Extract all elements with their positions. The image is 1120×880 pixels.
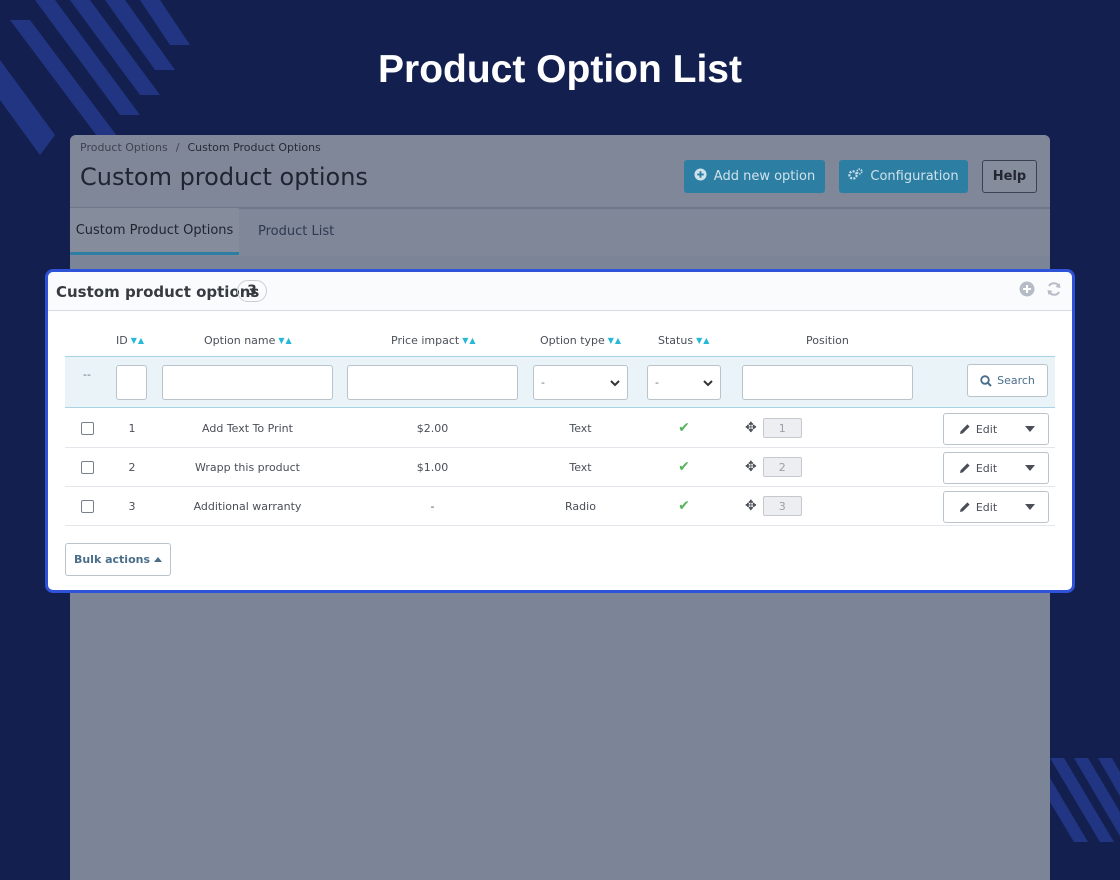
row-actions: Edit	[943, 413, 1049, 445]
chevron-down-icon	[610, 379, 620, 386]
configuration-button[interactable]: Configuration	[839, 160, 968, 193]
tab-custom-product-options[interactable]: Custom Product Options	[70, 208, 239, 255]
search-label: Search	[997, 374, 1035, 387]
cogs-icon	[848, 168, 864, 185]
plus-circle-icon	[694, 168, 707, 185]
row-actions-dropdown[interactable]	[1012, 492, 1048, 522]
row-id: 1	[128, 421, 136, 435]
row-actions: Edit	[943, 452, 1049, 484]
chevron-down-icon	[703, 379, 713, 386]
row-option-name: Wrapp this product	[195, 460, 300, 474]
table-row: 1 Add Text To Print $2.00 Text ✔ ✥ 1 Edi…	[65, 409, 1055, 448]
add-new-option-label: Add new option	[713, 169, 816, 184]
status-enabled-check-icon[interactable]: ✔	[678, 498, 690, 514]
decorative-stripes-bottom-right	[1050, 758, 1120, 842]
row-actions-dropdown[interactable]	[1012, 453, 1048, 483]
status-enabled-check-icon[interactable]: ✔	[678, 420, 690, 436]
pencil-icon	[959, 463, 970, 473]
filter-id-input[interactable]	[116, 365, 147, 400]
row-checkbox[interactable]	[80, 499, 94, 513]
row-option-name: Additional warranty	[193, 499, 302, 513]
filter-option-name-input[interactable]	[162, 365, 333, 400]
page-title: Custom product options	[80, 163, 368, 191]
row-id: 2	[128, 460, 136, 474]
search-icon	[980, 374, 992, 387]
position-value: 1	[762, 418, 802, 438]
card-title: Custom product options	[56, 283, 260, 301]
row-price-impact: -	[430, 499, 435, 513]
sort-arrows-icon[interactable]: ▼▲	[608, 336, 622, 345]
breadcrumb-current: Custom Product Options	[187, 141, 321, 154]
admin-header: Product Options / Custom Product Options C…	[70, 135, 1050, 256]
row-actions: Edit	[943, 491, 1049, 523]
tab-product-list[interactable]: Product List	[258, 208, 334, 255]
bulk-actions-label: Bulk actions	[73, 553, 151, 566]
status-enabled-check-icon[interactable]: ✔	[678, 459, 690, 475]
edit-label: Edit	[975, 461, 998, 475]
filter-price-impact-input[interactable]	[347, 365, 518, 400]
edit-label: Edit	[975, 500, 998, 514]
refresh-icon[interactable]	[1046, 281, 1062, 301]
drag-handle-icon[interactable]: ✥	[745, 498, 757, 514]
column-header-id[interactable]: ID ▼▲	[116, 334, 145, 347]
row-option-type: Radio	[565, 499, 596, 513]
edit-button[interactable]: Edit	[944, 414, 1012, 444]
position-value: 3	[762, 496, 802, 516]
edit-label: Edit	[975, 422, 998, 436]
filter-status-select[interactable]: -	[647, 365, 721, 400]
column-header-price-impact[interactable]: Price impact ▼▲	[391, 334, 477, 347]
count-badge: 3	[237, 280, 267, 302]
row-price-impact: $1.00	[416, 460, 449, 474]
filter-option-type-select[interactable]: -	[533, 365, 628, 400]
column-header-option-name[interactable]: Option name ▼▲	[204, 334, 293, 347]
filter-option-type-value: -	[541, 376, 545, 389]
breadcrumb-separator: /	[175, 141, 180, 154]
column-header-status[interactable]: Status ▼▲	[658, 334, 710, 347]
row-checkbox[interactable]	[80, 460, 94, 474]
bulk-actions-button[interactable]: Bulk actions	[65, 543, 171, 576]
row-actions-dropdown[interactable]	[1012, 414, 1048, 444]
filter-position-input[interactable]	[742, 365, 913, 400]
caret-down-icon	[1025, 465, 1035, 471]
position-value: 2	[762, 457, 802, 477]
sort-arrows-icon[interactable]: ▼▲	[278, 336, 292, 345]
row-option-name: Add Text To Print	[202, 421, 293, 435]
pencil-icon	[959, 502, 970, 512]
edit-button[interactable]: Edit	[944, 492, 1012, 522]
sort-arrows-icon[interactable]: ▼▲	[696, 336, 710, 345]
edit-button[interactable]: Edit	[944, 453, 1012, 483]
card-header: Custom product options 3	[48, 272, 1072, 311]
add-circle-icon[interactable]	[1019, 281, 1035, 301]
options-list-card: Custom product options 3 ID ▼▲ Option nam…	[45, 269, 1075, 593]
table-row: 3 Additional warranty - Radio ✔ ✥ 3 Edit	[65, 487, 1055, 526]
row-price-impact: $2.00	[416, 421, 449, 435]
configuration-label: Configuration	[870, 169, 959, 184]
sort-arrows-icon[interactable]: ▼▲	[462, 336, 476, 345]
table-row: 2 Wrapp this product $1.00 Text ✔ ✥ 2 Ed…	[65, 448, 1055, 487]
column-header-option-type[interactable]: Option type ▼▲	[540, 334, 622, 347]
search-button[interactable]: Search	[967, 364, 1048, 397]
caret-down-icon	[1025, 504, 1035, 510]
pencil-icon	[959, 424, 970, 434]
row-id: 3	[128, 499, 136, 513]
row-option-type: Text	[569, 421, 592, 435]
drag-handle-icon[interactable]: ✥	[745, 459, 757, 475]
sort-arrows-icon[interactable]: ▼▲	[131, 336, 145, 345]
filter-placeholder-dash: --	[83, 368, 91, 381]
filter-row: -- - - Search	[65, 356, 1055, 408]
help-button[interactable]: Help	[982, 160, 1037, 193]
row-option-type: Text	[569, 460, 592, 474]
caret-up-icon	[154, 557, 163, 562]
breadcrumb: Product Options / Custom Product Options	[80, 141, 321, 154]
column-header-position: Position	[806, 334, 849, 347]
row-checkbox[interactable]	[80, 421, 94, 435]
card-header-actions	[1019, 281, 1062, 301]
drag-handle-icon[interactable]: ✥	[745, 420, 757, 436]
hero-title: Product Option List	[378, 48, 742, 91]
add-new-option-button[interactable]: Add new option	[684, 160, 825, 193]
filter-status-value: -	[655, 376, 659, 389]
breadcrumb-link[interactable]: Product Options	[80, 141, 168, 154]
caret-down-icon	[1025, 426, 1035, 432]
